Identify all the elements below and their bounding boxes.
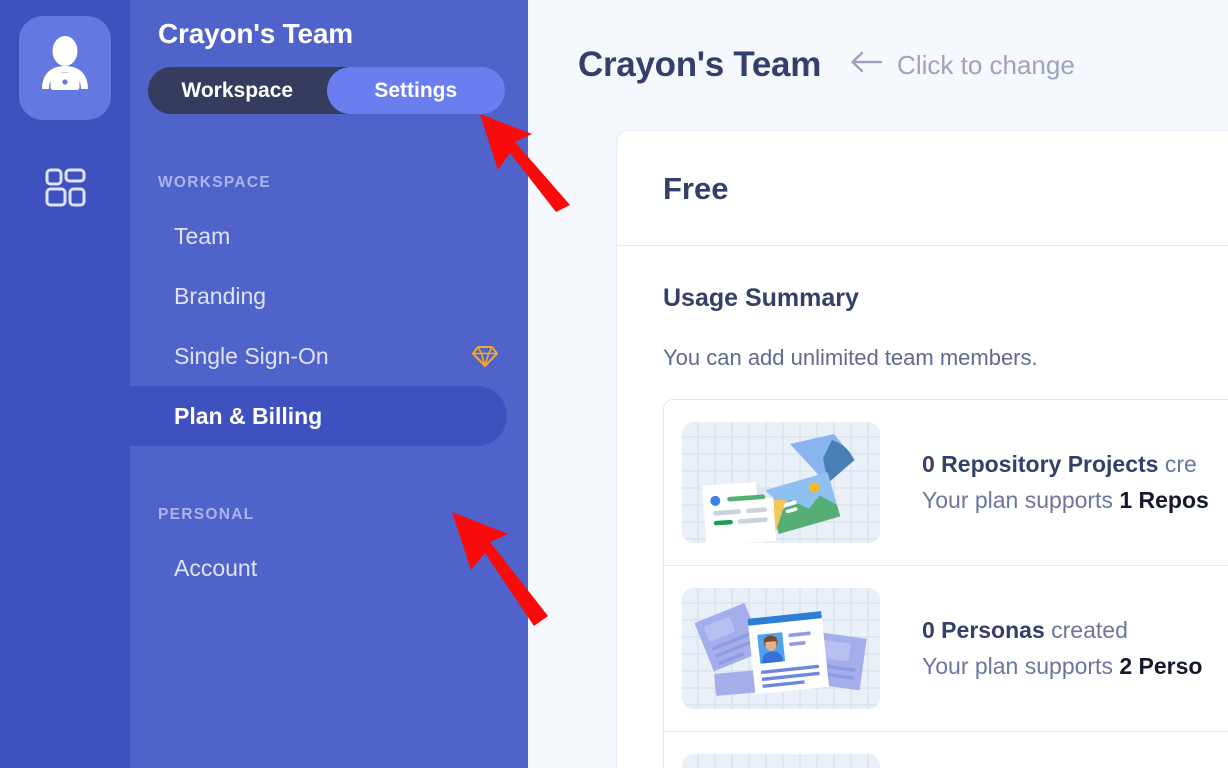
nav-list-workspace: Team Branding Single Sign-On Plan & Bill…	[130, 206, 528, 446]
click-to-change-label: Click to change	[897, 49, 1075, 80]
personas-illustration	[682, 588, 880, 709]
plan-card-body: Usage Summary You can add unlimited team…	[617, 246, 1228, 768]
usage-row-limit: 2 Perso	[1119, 653, 1203, 679]
sidebar-item-plan-and-billing[interactable]: Plan & Billing	[130, 386, 507, 446]
third-row-illustration	[682, 754, 880, 768]
repository-projects-illustration	[682, 422, 880, 543]
usage-row-text: 0 Personas created Your plan supports 2 …	[922, 617, 1202, 680]
usage-row-line2: Your plan supports 1 Repos	[922, 487, 1209, 514]
plan-card: Free Usage Summary You can add unlimited…	[616, 130, 1228, 768]
usage-summary-heading: Usage Summary	[663, 284, 859, 312]
usage-row-line1: 0 Personas created	[922, 617, 1202, 644]
sidebar-item-label: Plan & Billing	[174, 402, 323, 429]
usage-row-limit-lead: Your plan supports	[922, 487, 1120, 513]
workspace-title: Crayon's Team	[158, 18, 353, 49]
usage-summary-subtitle: You can add unlimited team members.	[663, 345, 1038, 370]
workspace-settings-toggle[interactable]: Workspace Settings	[148, 67, 505, 114]
sidebar-item-label: Account	[174, 554, 258, 581]
arrow-left-icon	[849, 49, 883, 82]
section-label-personal: PERSONAL	[158, 506, 255, 523]
usage-list: 0 Repository Projects cre Your plan supp…	[663, 399, 1228, 768]
dashboard-grid-icon[interactable]	[42, 164, 88, 210]
click-to-change-hint[interactable]: Click to change	[849, 49, 1075, 82]
usage-row: 0 Personas created Your plan supports 2 …	[664, 566, 1228, 732]
sidebar-item-label: Branding	[174, 282, 267, 309]
usage-row-limit-lead: Your plan supports	[922, 653, 1120, 679]
gem-icon	[472, 344, 498, 368]
page-title: Crayon's Team	[578, 45, 822, 84]
usage-row-suffix: created	[1044, 617, 1128, 643]
section-label-workspace: WORKSPACE	[158, 174, 272, 191]
usage-row: 0 Repository Projects cre Your plan supp…	[664, 400, 1228, 566]
usage-row	[664, 732, 1228, 768]
usage-row-line1: 0 Repository Projects cre	[922, 451, 1209, 478]
usage-row-count: 0 Repository Projects	[922, 451, 1159, 477]
usage-row-suffix: cre	[1158, 451, 1197, 477]
plan-name: Free	[663, 171, 729, 206]
main-content: Crayon's Team Click to change Free Usage…	[528, 0, 1228, 768]
usage-row-count: 0 Personas	[922, 617, 1045, 643]
tab-workspace[interactable]: Workspace	[148, 67, 327, 114]
tab-settings[interactable]: Settings	[326, 67, 505, 114]
usage-row-limit: 1 Repos	[1119, 487, 1209, 513]
app-logo-button[interactable]	[19, 16, 111, 120]
sidebar-item-branding[interactable]: Branding	[130, 266, 528, 326]
app-root: Crayon's Team Workspace Settings WORKSPA…	[0, 0, 1228, 768]
sidebar-item-label: Team	[174, 222, 231, 249]
sidebar-item-single-sign-on[interactable]: Single Sign-On	[130, 326, 528, 386]
plan-card-header: Free	[617, 131, 1228, 246]
icon-rail	[0, 0, 130, 768]
sidebar-item-team[interactable]: Team	[130, 206, 528, 266]
main-header: Crayon's Team Click to change	[578, 0, 1228, 130]
usage-row-text: 0 Repository Projects cre Your plan supp…	[922, 451, 1209, 514]
usage-row-line2: Your plan supports 2 Perso	[922, 653, 1202, 680]
sidebar-item-label: Single Sign-On	[174, 342, 329, 369]
person-laptop-icon	[36, 35, 94, 102]
settings-sidebar: Crayon's Team Workspace Settings WORKSPA…	[130, 0, 528, 768]
sidebar-item-account[interactable]: Account	[130, 538, 528, 598]
nav-list-personal: Account	[130, 538, 528, 598]
